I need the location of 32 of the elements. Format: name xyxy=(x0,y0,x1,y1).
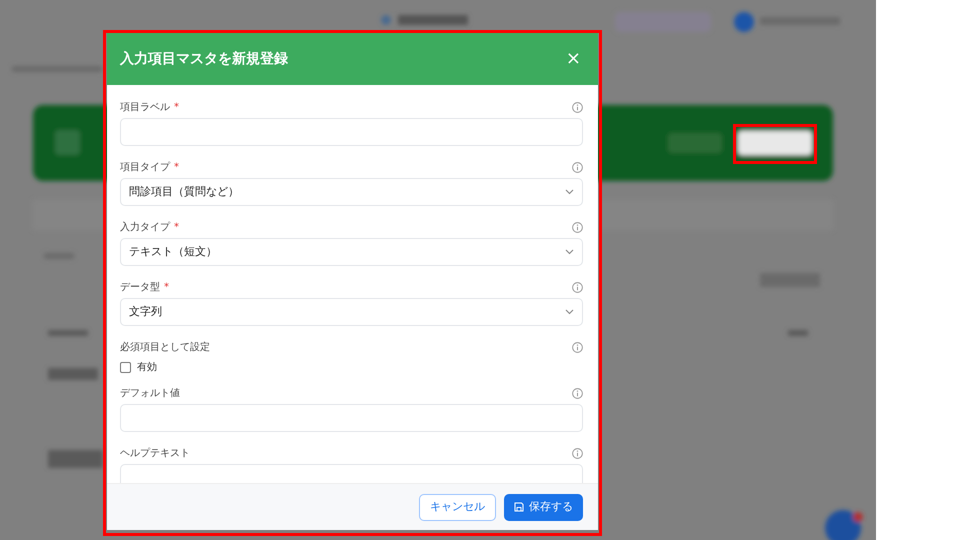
chevron-down-icon xyxy=(565,309,574,315)
select-field[interactable]: 問診項目（質問など） xyxy=(120,178,583,206)
text-field[interactable] xyxy=(120,118,583,146)
required-mark: * xyxy=(174,220,179,234)
field-label: 項目ラベル xyxy=(120,100,170,114)
info-icon[interactable] xyxy=(572,162,583,172)
field-label: 入力タイプ xyxy=(120,220,170,234)
modal-title: 入力項目マスタを新規登録 xyxy=(120,50,288,68)
text-field[interactable] xyxy=(120,404,583,432)
info-icon[interactable] xyxy=(572,448,583,458)
cancel-button[interactable]: キャンセル xyxy=(419,494,496,520)
info-icon[interactable] xyxy=(572,388,583,398)
save-icon xyxy=(514,502,524,512)
field-label: 項目タイプ xyxy=(120,160,170,174)
info-icon[interactable] xyxy=(572,222,583,232)
field-label: デフォルト値 xyxy=(120,386,180,400)
chevron-down-icon xyxy=(565,189,574,195)
info-icon[interactable] xyxy=(572,342,583,352)
field-label: データ型 xyxy=(120,280,160,294)
checkbox[interactable] xyxy=(120,362,131,372)
required-mark: * xyxy=(174,100,179,114)
select-field[interactable]: テキスト（短文） xyxy=(120,238,583,266)
info-icon[interactable] xyxy=(572,282,583,292)
select-field[interactable]: 文字列 xyxy=(120,298,583,326)
info-icon[interactable] xyxy=(572,102,583,112)
checkbox-label: 有効 xyxy=(137,360,157,374)
required-mark: * xyxy=(164,280,169,294)
chevron-down-icon xyxy=(565,249,574,255)
field-label: 必須項目として設定 xyxy=(120,340,210,354)
required-mark: * xyxy=(174,160,179,174)
field-label: ヘルプテキスト xyxy=(120,446,190,460)
save-button[interactable]: 保存する xyxy=(504,494,583,520)
